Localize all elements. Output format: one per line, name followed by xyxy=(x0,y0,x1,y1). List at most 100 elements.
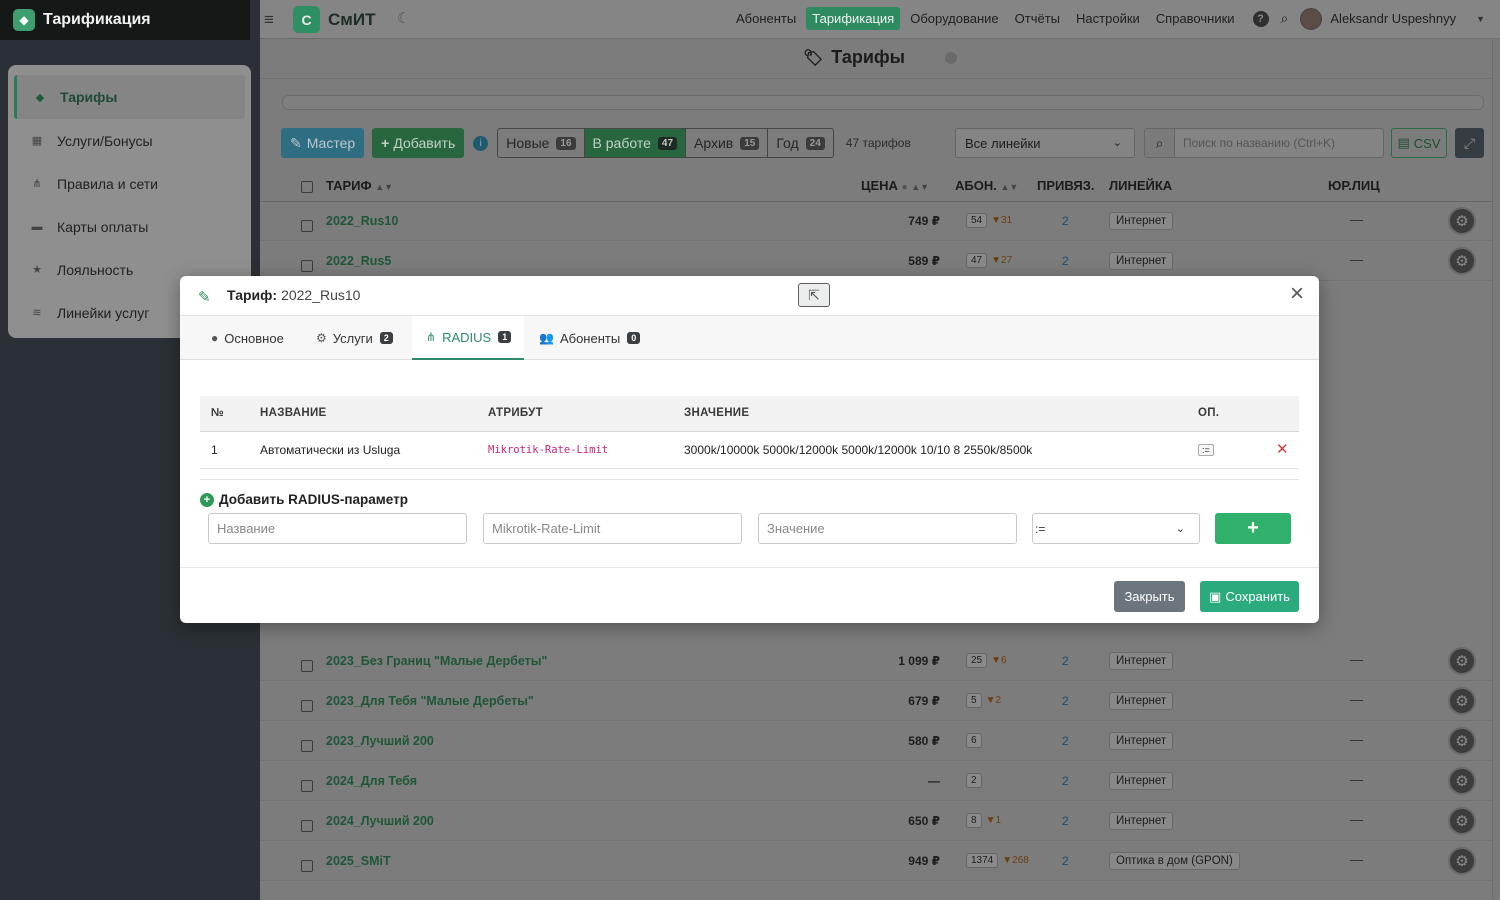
tab-services[interactable]: ⚙ Услуги 2 xyxy=(302,316,407,360)
brand[interactable]: С СмИТ xyxy=(293,6,375,33)
table-row[interactable]: 2023_Лучший 200 580 ₽ 6 2 Интернет — ⚙ xyxy=(260,721,1500,761)
modal-tabs: ● Основное ⚙ Услуги 2 ⋔ RADIUS 1 👥 Абоненты 0 xyxy=(180,316,1319,360)
close-icon[interactable]: × xyxy=(1290,280,1304,308)
tariff-name-link[interactable]: 2023_Лучший 200 xyxy=(326,734,434,748)
sidebar-item-services[interactable]: ▦ Услуги/Бонусы xyxy=(8,119,251,162)
nav-subscribers[interactable]: Абоненты xyxy=(730,7,802,30)
sidebar-item-cards[interactable]: ▬ Карты оплаты xyxy=(8,205,251,248)
user-name[interactable]: Aleksandr Uspeshnyy xyxy=(1330,11,1456,26)
line-badge: Интернет xyxy=(1109,772,1174,790)
scrollbar[interactable] xyxy=(1492,40,1500,900)
filter-archive[interactable]: Архив 15 xyxy=(686,129,769,157)
filter-new[interactable]: Новые 16 xyxy=(498,129,585,157)
tariff-name-link[interactable]: 2024_Для Тебя xyxy=(326,774,417,788)
row-checkbox[interactable] xyxy=(301,780,313,792)
row-checkbox[interactable] xyxy=(301,220,313,232)
lines-select[interactable]: Все линейки ⌄ xyxy=(955,128,1135,158)
row-checkbox[interactable] xyxy=(301,660,313,672)
table-row[interactable]: 2023_Для Тебя "Малые Дербеты" 679 ₽ 5 ▼2 2 Ин… xyxy=(260,681,1500,721)
select-all-checkbox[interactable] xyxy=(301,181,313,193)
tariff-name-link[interactable]: 2025_SMiT xyxy=(326,854,391,868)
delete-icon[interactable]: ✕ xyxy=(1276,440,1289,458)
nav-reports[interactable]: Отчёты xyxy=(1009,7,1066,30)
chevron-down-icon[interactable]: ▼ xyxy=(1476,14,1485,24)
nav-tariffing[interactable]: Тарификация xyxy=(806,7,901,30)
search-icon[interactable]: ⌕ xyxy=(1144,128,1175,158)
close-button[interactable]: Закрыть xyxy=(1114,581,1185,612)
col-price[interactable]: ЦЕНА ● ▲▼ xyxy=(861,178,929,193)
nav-directories[interactable]: Справочники xyxy=(1150,7,1241,30)
bound-count-link[interactable]: 2 xyxy=(1062,214,1069,228)
search-input[interactable]: Поиск по названию (Ctrl+K) xyxy=(1174,128,1384,158)
save-button[interactable]: ▣ Сохранить xyxy=(1200,581,1299,612)
expand-icon[interactable]: ⤢ xyxy=(1455,128,1484,158)
tariff-name-link[interactable]: 2023_Без Границ "Малые Дербеты" xyxy=(326,654,547,668)
bound-count-link[interactable]: 2 xyxy=(1062,814,1069,828)
row-checkbox[interactable] xyxy=(301,260,313,272)
gear-icon[interactable]: ⚙ xyxy=(1448,647,1476,675)
table-row[interactable]: 2022_Rus5 589 ₽ 47 ▼27 2 Интернет — ⚙ xyxy=(260,241,1500,281)
table-row[interactable]: 2023_Без Границ "Малые Дербеты" 1 099 ₽ 25… xyxy=(260,641,1500,681)
radius-op-select[interactable]: := ⌄ xyxy=(1032,513,1200,544)
sidebar-item-rules[interactable]: ⋔ Правила и сети xyxy=(8,162,251,205)
table-row[interactable]: 2024_Для Тебя — 2 2 Интернет — ⚙ xyxy=(260,761,1500,801)
info-icon[interactable]: i xyxy=(473,135,489,151)
filter-in-progress[interactable]: В работе 47 xyxy=(584,129,687,157)
tariff-name-link[interactable]: 2022_Rus5 xyxy=(326,254,391,268)
nav-equipment[interactable]: Оборудование xyxy=(904,7,1004,30)
master-button[interactable]: ✎ Мастер xyxy=(281,128,365,158)
gear-icon[interactable]: ⚙ xyxy=(1448,727,1476,755)
tab-badge: 0 xyxy=(627,332,641,344)
radius-attr-input[interactable]: Mikrotik-Rate-Limit xyxy=(483,513,742,544)
bound-count-link[interactable]: 2 xyxy=(1062,734,1069,748)
tab-main[interactable]: ● Основное xyxy=(197,316,298,360)
tab-radius[interactable]: ⋔ RADIUS 1 xyxy=(412,316,524,360)
filter-year[interactable]: Год 24 xyxy=(768,129,832,157)
sort-icon: ▲▼ xyxy=(375,182,394,192)
col-label: АБОН. xyxy=(955,178,997,193)
radius-value: 3000k/10000k 5000k/12000k 5000k/12000k 1… xyxy=(684,443,1033,457)
gear-icon[interactable]: ⚙ xyxy=(1448,207,1476,235)
radius-name-input[interactable]: Название xyxy=(208,513,467,544)
gear-icon[interactable]: ⚙ xyxy=(1448,807,1476,835)
moon-icon[interactable]: ☾ xyxy=(397,9,410,27)
gear-icon[interactable]: ⚙ xyxy=(1448,847,1476,875)
table-row[interactable]: 2022_Rus10 749 ₽ 54 ▼31 2 Интернет — ⚙ xyxy=(260,201,1500,241)
col-abon[interactable]: АБОН. ▲▼ xyxy=(955,178,1018,193)
search-icon[interactable]: ⌕ xyxy=(1281,10,1289,27)
add-radius-button[interactable]: + xyxy=(1215,513,1291,544)
modal-title: Тариф: 2022_Rus10 xyxy=(227,287,360,303)
row-checkbox[interactable] xyxy=(301,740,313,752)
csv-button[interactable]: ▤ CSV xyxy=(1391,128,1447,158)
info-icon[interactable] xyxy=(945,51,958,64)
sidebar-item-tariffs[interactable]: ◆ Тарифы xyxy=(14,75,245,119)
table-row[interactable]: 2024_Лучший 200 650 ₽ 8 ▼1 2 Интернет — ⚙ xyxy=(260,801,1500,841)
add-button[interactable]: + Добавить xyxy=(372,128,465,158)
bound-count-link[interactable]: 2 xyxy=(1062,254,1069,268)
plus-icon: + xyxy=(381,135,390,151)
external-link-icon[interactable]: ⇱ xyxy=(798,283,830,307)
avatar[interactable] xyxy=(1300,7,1323,30)
tariff-name-link[interactable]: 2024_Лучший 200 xyxy=(326,814,434,828)
radius-value-input[interactable]: Значение xyxy=(758,513,1017,544)
gear-icon[interactable]: ⚙ xyxy=(1448,247,1476,275)
tariff-name-link[interactable]: 2023_Для Тебя "Малые Дербеты" xyxy=(326,694,534,708)
help-icon[interactable]: ? xyxy=(1252,10,1269,27)
legal-entity: — xyxy=(1350,652,1363,667)
table-row[interactable]: 2025_SMiT 949 ₽ 1374 ▼268 2 Оптика в дом (GPO… xyxy=(260,841,1500,881)
menu-icon[interactable]: ≡ xyxy=(264,10,274,30)
gear-icon[interactable]: ⚙ xyxy=(1448,687,1476,715)
gear-icon[interactable]: ⚙ xyxy=(1448,767,1476,795)
row-checkbox[interactable] xyxy=(301,700,313,712)
bound-count-link[interactable]: 2 xyxy=(1062,654,1069,668)
row-checkbox[interactable] xyxy=(301,820,313,832)
bound-count-link[interactable]: 2 xyxy=(1062,694,1069,708)
subscriber-delta: ▼268 xyxy=(1002,855,1029,866)
bound-count-link[interactable]: 2 xyxy=(1062,774,1069,788)
nav-settings[interactable]: Настройки xyxy=(1070,7,1146,30)
row-checkbox[interactable] xyxy=(301,860,313,872)
tab-subscribers[interactable]: 👥 Абоненты 0 xyxy=(525,316,654,360)
tariff-name-link[interactable]: 2022_Rus10 xyxy=(326,214,398,228)
col-tariff[interactable]: ТАРИФ ▲▼ xyxy=(326,178,393,193)
bound-count-link[interactable]: 2 xyxy=(1062,854,1069,868)
